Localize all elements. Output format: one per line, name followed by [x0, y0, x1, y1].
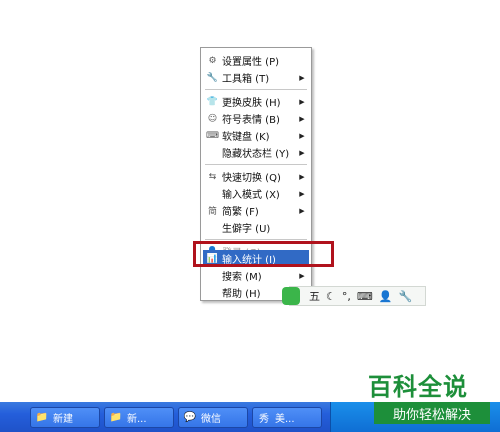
watermark-title: 百科全说 — [368, 373, 468, 401]
taskbar-button-folder-new[interactable]: 📁 新建 — [30, 407, 100, 428]
wrench-icon: 🔧 — [206, 72, 219, 83]
shirt-icon: 👕 — [206, 96, 219, 107]
folder-icon: 📁 — [35, 412, 49, 423]
taskbar-label: 新建 — [53, 414, 73, 425]
submenu-arrow: ▶ — [299, 206, 305, 215]
menu-separator — [205, 89, 307, 90]
menu-item-label: 简繁 (F) — [222, 207, 259, 218]
user-icon[interactable]: 👤 — [379, 290, 393, 303]
input-mode-toggle[interactable]: 五 — [309, 288, 320, 304]
submenu-arrow: ▶ — [299, 189, 305, 198]
menu-item-label: 搜索 (M) — [222, 272, 262, 283]
taskbar-button-wechat[interactable]: 💬 微信 — [178, 407, 248, 428]
menu-item-toolbox[interactable]: 🔧 工具箱 (T) ▶ — [203, 69, 309, 86]
menu-item-label: 快速切换 (Q) — [222, 173, 281, 184]
submenu-arrow: ▶ — [299, 114, 305, 123]
smiley-icon: ☺ — [207, 113, 218, 124]
watermark-subtitle: 助你轻松解决 — [374, 402, 490, 424]
menu-item-search[interactable]: 搜索 (M) ▶ — [203, 267, 309, 284]
menu-separator — [205, 164, 307, 165]
menu-item-soft-keyboard[interactable]: ⌨ 软键盘 (K) ▶ — [203, 127, 309, 144]
taskbar-button-meitu[interactable]: 秀 美... — [252, 407, 322, 428]
submenu-arrow: ▶ — [299, 131, 305, 140]
language-indicator[interactable]: CH — [340, 11, 353, 21]
menu-item-symbols[interactable]: ☺ 符号表情 (B) ▶ — [203, 110, 309, 127]
submenu-arrow: ▶ — [299, 172, 305, 181]
menu-item-label: 软键盘 (K) — [222, 132, 270, 143]
wechat-icon: 💬 — [183, 412, 197, 423]
taskbar-label: 新... — [127, 414, 147, 425]
submenu-arrow: ▶ — [299, 73, 305, 82]
moon-icon[interactable]: ☾ — [326, 290, 336, 303]
submenu-arrow: ▶ — [299, 148, 305, 157]
taskbar-label: 美... — [275, 414, 295, 425]
submenu-arrow: ▶ — [299, 271, 305, 280]
menu-item-label: 设置属性 (P) — [222, 57, 280, 68]
folder-icon: 📁 — [109, 412, 123, 423]
menu-item-label: 隐藏状态栏 (Y) — [222, 149, 290, 160]
sogou-logo-icon[interactable] — [282, 287, 300, 305]
menu-item-label: 输入模式 (X) — [222, 190, 280, 201]
menu-item-quick-switch[interactable]: ⇆ 快速切换 (Q) ▶ — [203, 168, 309, 185]
highlight-box — [193, 241, 334, 267]
menu-item-simplified-traditional[interactable]: 简 简繁 (F) ▶ — [203, 202, 309, 219]
menu-separator — [205, 239, 307, 240]
menu-item-label: 生僻字 (U) — [222, 224, 271, 235]
submenu-arrow: ▶ — [299, 97, 305, 106]
menu-item-label: 工具箱 (T) — [222, 74, 270, 85]
menu-item-settings[interactable]: ⚙ 设置属性 (P) — [203, 52, 309, 69]
app-icon: 秀 — [259, 414, 269, 425]
menu-item-input-mode[interactable]: 输入模式 (X) ▶ — [203, 185, 309, 202]
ime-status-bar: 五 ☾ °, ⌨ 👤 🔧 — [282, 286, 426, 306]
taskbar-label: 微信 — [201, 414, 221, 425]
menu-item-rare-chars[interactable]: 生僻字 (U) — [203, 219, 309, 236]
menu-item-skin[interactable]: 👕 更换皮肤 (H) ▶ — [203, 93, 309, 110]
switch-icon: ⇆ — [208, 171, 217, 182]
keyboard-icon[interactable]: ⌨ — [357, 290, 373, 303]
punctuation-toggle[interactable]: °, — [342, 290, 351, 303]
taskbar-button-folder-2[interactable]: 📁 新... — [104, 407, 174, 428]
wrench-icon[interactable]: 🔧 — [398, 290, 412, 303]
menu-item-label: 符号表情 (B) — [222, 115, 280, 126]
keyboard-icon: ⌨ — [206, 130, 219, 141]
simplified-icon: 简 — [207, 207, 217, 217]
menu-item-hide-statusbar[interactable]: 隐藏状态栏 (Y) ▶ — [203, 144, 309, 161]
gear-icon: ⚙ — [208, 55, 217, 66]
menu-item-label: 更换皮肤 (H) — [222, 98, 281, 109]
